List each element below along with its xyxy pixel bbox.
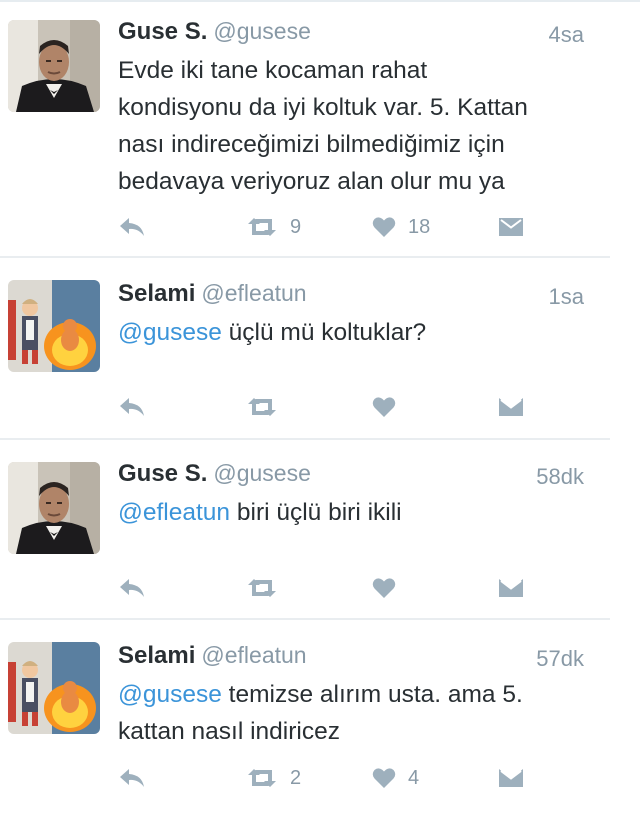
reply-button[interactable]: [118, 763, 146, 793]
heart-icon: [372, 397, 396, 417]
tweet-2[interactable]: Selami @efleatun 1sa @gusese üçlü mü kolt…: [0, 258, 640, 440]
display-name[interactable]: Selami: [118, 280, 195, 307]
tweet-text: Evde iki tane kocaman rahat kondisyonu d…: [118, 52, 618, 200]
tweet-actions: [118, 392, 538, 422]
direct-message-icon: [499, 579, 523, 597]
username[interactable]: @gusese: [213, 18, 311, 44]
mention-link[interactable]: @gusese: [118, 319, 222, 346]
like-button[interactable]: 4: [372, 763, 419, 793]
username[interactable]: @efleatun: [201, 280, 306, 306]
tweet-text-line: kondisyonu da iyi koltuk var. 5. Kattan: [118, 94, 528, 121]
avatar-photo-man-in-tuxedo: [8, 462, 100, 554]
direct-message-icon: [499, 218, 523, 236]
tweet-text-line: @gusese temizse alırım usta. ama 5.: [118, 676, 618, 713]
heart-icon: [372, 578, 396, 598]
tweet-header: Selami @efleatun: [118, 280, 584, 310]
reply-icon: [120, 579, 144, 597]
timestamp[interactable]: 1sa: [549, 284, 584, 310]
tweet-text-body: temizse alırım usta. ama 5.: [221, 681, 523, 708]
direct-message-button[interactable]: [498, 763, 524, 793]
direct-message-button[interactable]: [498, 573, 524, 603]
tweet-1[interactable]: Guse S. @gusese 4sa Evde iki tane kocaman…: [0, 0, 640, 258]
like-count: 18: [408, 215, 431, 238]
tweet-actions: [118, 573, 538, 603]
like-count: 4: [408, 766, 420, 789]
retweet-icon: [248, 218, 276, 236]
reply-icon: [120, 218, 144, 236]
tweet-text-line: kattan nasıl indiricez: [118, 718, 340, 745]
reply-icon: [120, 398, 144, 416]
like-button[interactable]: [372, 392, 408, 422]
retweet-count: 2: [290, 766, 302, 789]
avatar[interactable]: [8, 20, 100, 112]
direct-message-icon: [499, 769, 523, 787]
retweet-icon: [248, 398, 276, 416]
display-name[interactable]: Guse S.: [118, 460, 207, 487]
tweet-text-line: nası indireceğimizi bilmediğimiz için: [118, 131, 505, 158]
reply-button[interactable]: [118, 573, 146, 603]
reply-icon: [120, 769, 144, 787]
tweet-text: @efleatun biri üçlü biri ikili: [118, 494, 618, 531]
tweet-4[interactable]: Selami @efleatun 57dk @gusese temizse alı…: [0, 620, 640, 831]
display-name[interactable]: Guse S.: [118, 18, 207, 45]
tweet-actions: 9 18: [118, 212, 538, 242]
tweet-text: @gusese üçlü mü koltuklar?: [118, 314, 618, 351]
retweet-button[interactable]: 9: [246, 212, 301, 242]
retweet-button[interactable]: [246, 573, 290, 603]
direct-message-icon: [499, 398, 523, 416]
retweet-count: 9: [290, 215, 302, 238]
reply-button[interactable]: [118, 212, 146, 242]
retweet-icon: [248, 769, 276, 787]
tweet-text-body: biri üçlü biri ikili: [230, 499, 402, 526]
mention-link[interactable]: @efleatun: [118, 499, 230, 526]
timestamp[interactable]: 57dk: [536, 646, 584, 672]
retweet-icon: [248, 579, 276, 597]
tweet-header: Selami @efleatun: [118, 642, 584, 672]
tweet-text-line: Evde iki tane kocaman rahat: [118, 57, 428, 84]
avatar-cartoon-firefighter-and-burning-figure: [8, 642, 100, 734]
username[interactable]: @efleatun: [201, 642, 306, 668]
direct-message-button[interactable]: [498, 392, 524, 422]
avatar[interactable]: [8, 642, 100, 734]
username[interactable]: @gusese: [213, 460, 311, 486]
tweet-text: @gusese temizse alırım usta. ama 5. katt…: [118, 676, 618, 750]
tweet-header: Guse S. @gusese: [118, 18, 584, 48]
mention-link[interactable]: @gusese: [118, 681, 222, 708]
like-button[interactable]: [372, 573, 408, 603]
reply-button[interactable]: [118, 392, 146, 422]
avatar[interactable]: [8, 462, 100, 554]
avatar[interactable]: [8, 280, 100, 372]
direct-message-button[interactable]: [498, 212, 524, 242]
avatar-cartoon-firefighter-and-burning-figure: [8, 280, 100, 372]
timestamp[interactable]: 4sa: [549, 22, 584, 48]
tweet-3[interactable]: Guse S. @gusese 58dk @efleatun biri üçlü …: [0, 440, 640, 620]
display-name[interactable]: Selami: [118, 642, 195, 669]
tweet-header: Guse S. @gusese: [118, 460, 584, 490]
heart-icon: [372, 768, 396, 788]
tweet-text-body: üçlü mü koltuklar?: [221, 319, 427, 346]
heart-icon: [372, 217, 396, 237]
timestamp[interactable]: 58dk: [536, 464, 584, 490]
tweet-text-line: bedavaya veriyoruz alan olur mu ya: [118, 168, 505, 195]
avatar-photo-man-in-tuxedo: [8, 20, 100, 112]
like-button[interactable]: 18: [372, 212, 430, 242]
tweet-actions: 2 4: [118, 763, 538, 793]
retweet-button[interactable]: 2: [246, 763, 301, 793]
retweet-button[interactable]: [246, 392, 290, 422]
